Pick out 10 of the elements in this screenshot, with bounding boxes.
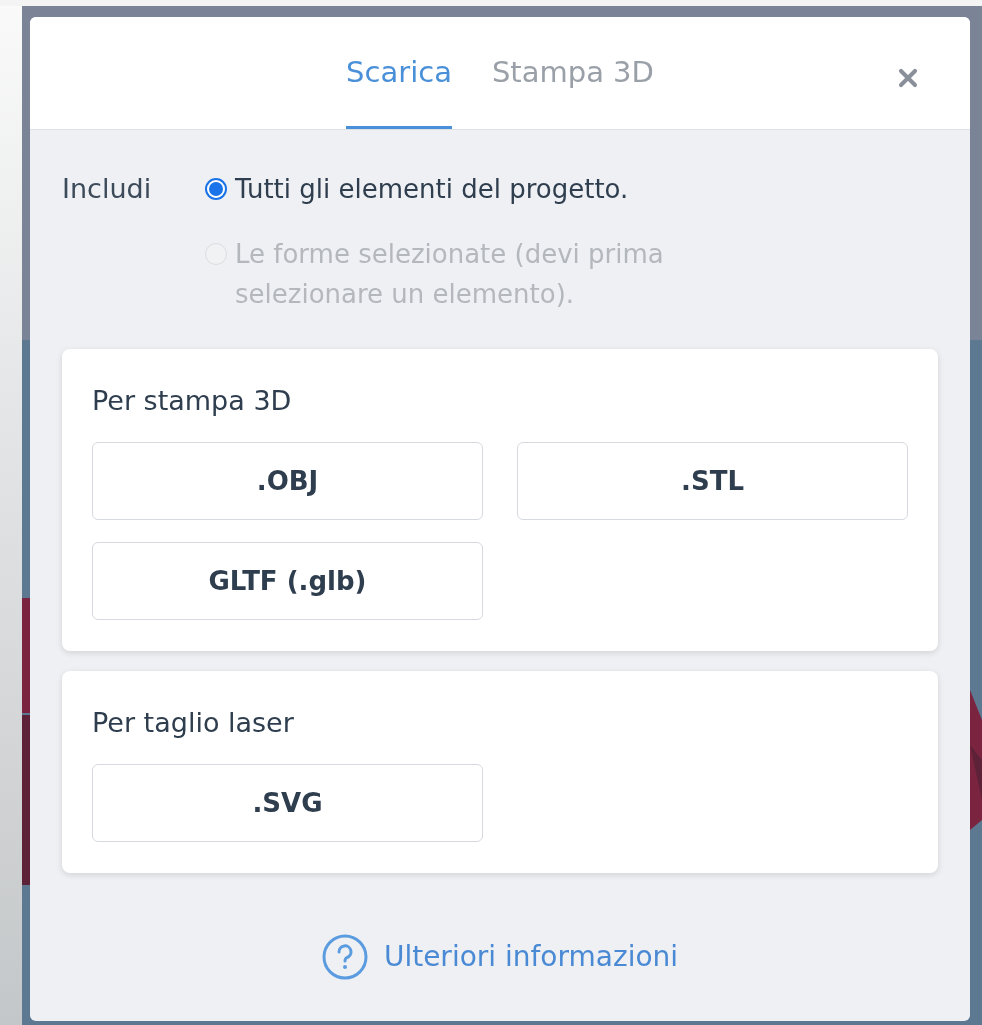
card-title: Per stampa 3D — [92, 384, 293, 418]
format-button[interactable]: .SVG — [92, 764, 483, 842]
card-title: Per taglio laser — [92, 706, 295, 740]
radio-option[interactable]: Tutti gli elementi del progetto. — [205, 169, 725, 209]
radio-button[interactable] — [205, 178, 227, 200]
format-button[interactable]: GLTF (.glb) — [92, 542, 483, 620]
format-button[interactable]: .OBJ — [92, 442, 483, 520]
format-button[interactable]: .STL — [517, 442, 908, 520]
include-label: Includi — [62, 172, 153, 206]
help-icon — [321, 934, 368, 980]
